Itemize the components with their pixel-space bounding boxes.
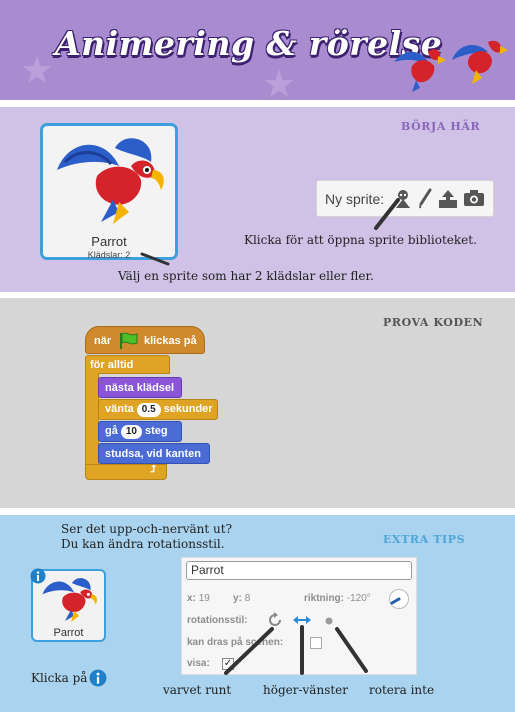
when-flag-clicked-block[interactable]: när klickas på (85, 326, 205, 354)
caption-open-library: Klicka för att öppna sprite biblioteket. (244, 233, 477, 247)
upload-icon[interactable] (437, 188, 459, 210)
parrot-decoration (394, 40, 508, 92)
parrot-sprite (42, 578, 97, 622)
y-value: 8 (244, 593, 251, 604)
y-label: y: (233, 593, 242, 604)
y-position: y: 8 (233, 593, 250, 604)
tip-intro-line1: Ser det upp-och-nervänt ut? (61, 522, 233, 536)
page-title: Animering & rörelse (55, 24, 443, 63)
pointer-line-library (374, 198, 400, 230)
header-banner: ★ ★ ★ Animering & rörelse (0, 0, 515, 100)
next-costume-label: nästa klädsel (105, 382, 175, 394)
tip-intro-line2: Du kan ändra rotationsstil. (61, 537, 225, 551)
next-costume-block[interactable]: nästa klädsel (98, 377, 182, 398)
sprite-name: Parrot (91, 234, 127, 249)
wait-seconds-input[interactable]: 0.5 (136, 403, 161, 417)
wait-label-pre: vänta (105, 403, 134, 415)
parrot-sprite (57, 138, 164, 224)
forever-label: för alltid (90, 359, 134, 371)
direction-dial-icon[interactable] (388, 588, 410, 610)
callout-all-around: varvet runt (163, 683, 232, 697)
direction-value: -120° (346, 593, 371, 604)
section-try-code (0, 298, 515, 508)
forever-block[interactable]: för alltid (85, 355, 170, 374)
wait-label: vänta 0.5 sekunder (105, 403, 213, 417)
wait-block[interactable]: vänta 0.5 sekunder (98, 399, 218, 420)
sprite-thumbnail-card[interactable]: Parrot Klädslar: 2 (40, 123, 178, 260)
callout-dont-rotate: rotera inte (369, 683, 435, 697)
section-title-try-code: PROVA KODEN (383, 316, 484, 329)
sprite-name-small: Parrot (53, 627, 84, 639)
direction: riktning: -120° (304, 593, 371, 604)
caption-choose-sprite: Välj en sprite som har 2 klädslar eller … (118, 269, 374, 283)
x-position: x: 19 (187, 593, 210, 604)
x-value: 19 (198, 593, 210, 604)
move-label-post: steg (144, 425, 168, 437)
sprite-name-field[interactable]: Parrot (186, 561, 412, 580)
forever-block-arm (85, 373, 99, 465)
loop-arrow-icon: ⮥ (150, 464, 156, 475)
section-title-start: BÖRJA HÄR (401, 120, 481, 133)
bounce-on-edge-block[interactable]: studsa, vid kanten (98, 443, 210, 464)
bounce-label: studsa, vid kanten (105, 448, 201, 460)
info-icon (89, 669, 107, 687)
camera-icon[interactable] (463, 189, 485, 207)
click-info-label: Klicka på (31, 671, 88, 685)
direction-label: riktning: (304, 593, 344, 604)
star-decoration: ★ (20, 48, 55, 92)
move-label: gå 10 steg (105, 425, 168, 439)
info-icon[interactable] (30, 568, 46, 584)
move-steps-input[interactable]: 10 (120, 425, 142, 439)
hat-label-post: klickas på (144, 335, 197, 347)
x-label: x: (187, 593, 196, 604)
move-label-pre: gå (105, 425, 118, 437)
green-flag-icon (120, 332, 138, 349)
hat-label-pre: när (94, 335, 112, 347)
move-steps-block[interactable]: gå 10 steg (98, 421, 182, 442)
paint-brush-icon[interactable] (417, 188, 433, 210)
star-decoration: ★ (262, 62, 297, 100)
wait-label-post: sekunder (163, 403, 213, 415)
section-title-extra-tips: EXTRA TIPS (383, 533, 466, 546)
forever-block-bottom: ⮥ (85, 464, 167, 480)
callout-left-right: höger-vänster (263, 683, 349, 697)
pointer-line-costumes (140, 252, 170, 266)
callout-lines (224, 625, 368, 675)
